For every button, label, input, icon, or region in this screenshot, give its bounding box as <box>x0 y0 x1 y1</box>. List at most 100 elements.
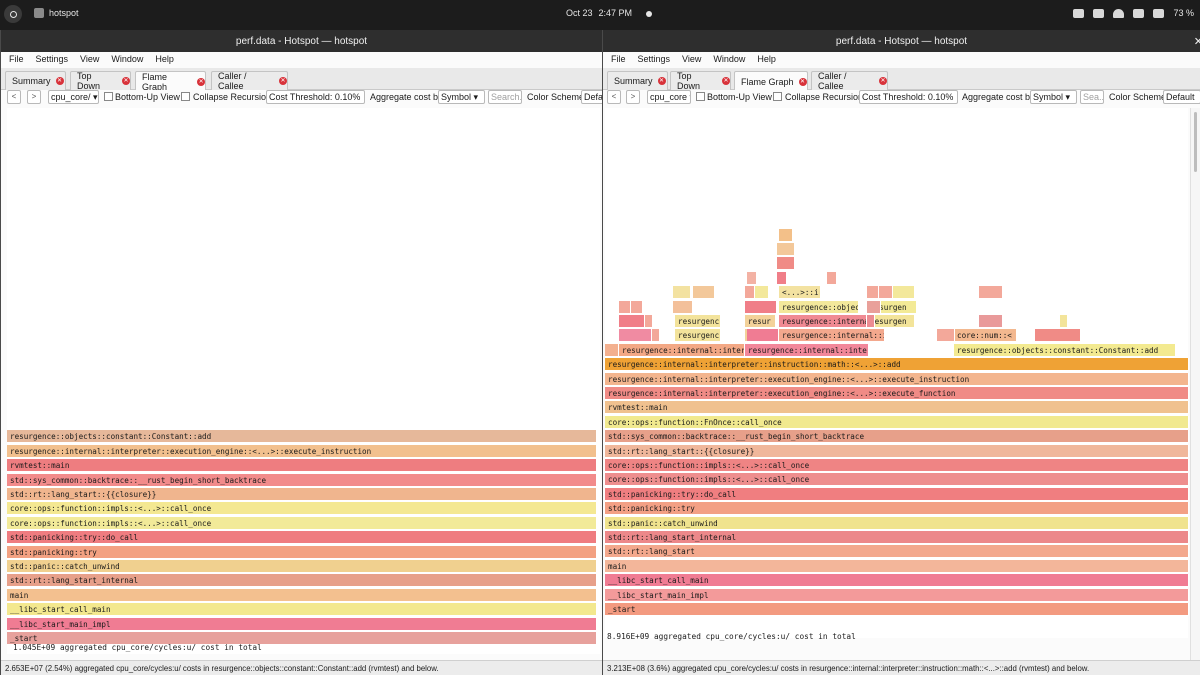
flame-frame[interactable] <box>893 286 915 300</box>
flame-frame[interactable] <box>979 286 1003 300</box>
flame-frame[interactable]: std::rt::lang_start <box>605 545 1189 559</box>
search-input[interactable]: Sea... <box>1080 90 1104 104</box>
flame-frame[interactable] <box>777 243 795 256</box>
flame-frame[interactable] <box>937 329 955 343</box>
flame-frame[interactable] <box>693 286 715 300</box>
flame-frame[interactable]: std::panicking::try <box>7 545 597 559</box>
menu-view[interactable]: View <box>682 54 701 67</box>
tab-caller-callee[interactable]: Caller / Callee ✕ <box>811 71 888 91</box>
flame-frame[interactable]: resurgence::internal::interpreter::execu… <box>605 387 1189 400</box>
tab-top-down[interactable]: Top Down ✕ <box>670 71 731 91</box>
flame-frame[interactable] <box>867 300 881 314</box>
tab-summary[interactable]: Summary ✕ <box>5 71 66 90</box>
flame-frame[interactable]: resurgenc <box>675 315 721 328</box>
color-scheme-select[interactable]: Default <box>1163 90 1200 104</box>
menu-settings[interactable]: Settings <box>638 54 671 67</box>
bottom-up-checkbox[interactable] <box>696 92 705 101</box>
flame-frame[interactable] <box>777 257 795 271</box>
flame-frame[interactable] <box>779 228 793 242</box>
taskbar-hotspot[interactable]: hotspot <box>34 8 79 18</box>
flame-frame[interactable]: __libc_start_call_main <box>605 574 1189 588</box>
flame-frame[interactable]: core::ops::function::impls::<...>::call_… <box>7 516 597 530</box>
menu-file[interactable]: File <box>9 54 24 67</box>
menu-view[interactable]: View <box>80 54 99 67</box>
flame-frame[interactable]: __libc_start_main_impl <box>605 588 1189 602</box>
tab-top-down[interactable]: Top Down ✕ <box>70 71 131 91</box>
flame-graph[interactable]: resurgence::internal::interpreter::instr… <box>605 108 1189 638</box>
flame-frame[interactable] <box>673 300 693 314</box>
aggregate-select[interactable]: Symbol ▾ <box>1030 90 1077 104</box>
flame-frame[interactable]: rvmtest::main <box>605 401 1189 415</box>
flame-frame[interactable]: std::sys_common::backtrace::__rust_begin… <box>7 473 597 487</box>
flame-frame[interactable]: resurgence::internal::interpreter::execu… <box>7 444 597 458</box>
bottom-up-checkbox[interactable] <box>104 92 113 101</box>
event-select[interactable]: cpu_core ▾ <box>647 90 691 104</box>
flame-frame[interactable] <box>979 315 1003 328</box>
flame-frame[interactable]: std::panicking::try::do_call <box>7 531 597 545</box>
flame-frame[interactable]: resurgence::internal::interpreter::utils… <box>745 343 869 357</box>
tab-caller-callee[interactable]: Caller / Callee ✕ <box>211 71 288 91</box>
flame-frame[interactable]: std::rt::lang_start_internal <box>605 531 1189 544</box>
flame-frame[interactable] <box>827 271 837 285</box>
flame-frame[interactable]: std::rt::lang_start::{{closure}} <box>7 488 597 501</box>
window-titlebar[interactable]: perf.data - Hotspot — hotspot <box>1 30 602 52</box>
flame-frame[interactable] <box>619 329 652 343</box>
flame-frame[interactable]: resurgence::objects::constant::Constant:… <box>7 430 597 444</box>
flame-frame[interactable]: resurgence::objects::constant::Constant:… <box>954 343 1176 357</box>
flame-frame[interactable]: _start <box>605 603 1189 616</box>
flame-frame[interactable] <box>745 286 755 300</box>
flame-frame[interactable]: std::sys_common::backtrace::__rust_begin… <box>605 430 1189 444</box>
flame-frame[interactable]: resurgence::internal::interpreter::execu… <box>605 372 1189 386</box>
close-tab-icon[interactable]: ✕ <box>197 77 205 86</box>
search-input[interactable]: Search... <box>488 90 522 104</box>
flame-frame[interactable]: <...>::ir <box>779 286 821 300</box>
flame-frame[interactable] <box>747 329 779 343</box>
flame-frame[interactable] <box>652 329 660 343</box>
flame-frame[interactable] <box>747 271 757 285</box>
app-launcher-icon[interactable] <box>4 5 22 23</box>
menu-window[interactable]: Window <box>713 54 745 67</box>
flame-frame[interactable]: resurgence::internal::inter <box>619 343 745 357</box>
back-icon[interactable]: < <box>7 90 21 104</box>
cost-threshold-spinbox[interactable]: Cost Threshold: 0.10% <box>266 90 365 104</box>
flame-frame[interactable] <box>605 343 619 357</box>
flame-frame[interactable]: std::panicking::try::do_call <box>605 487 1189 501</box>
discord-icon[interactable] <box>1093 8 1105 18</box>
flame-frame[interactable]: rvmtest::main <box>7 459 597 473</box>
flame-frame[interactable] <box>867 286 879 300</box>
menu-window[interactable]: Window <box>111 54 143 67</box>
tab-flame-graph[interactable]: Flame Graph ✕ <box>734 71 808 91</box>
tab-flame-graph[interactable]: Flame Graph ✕ <box>135 71 206 92</box>
flame-frame[interactable]: main <box>7 588 597 602</box>
flame-frame[interactable]: core::ops::function::impls::<...>::call_… <box>605 459 1189 472</box>
flame-frame[interactable] <box>777 271 787 285</box>
aggregate-select[interactable]: Symbol ▾ <box>438 90 485 104</box>
menu-file[interactable]: File <box>611 54 626 67</box>
flame-frame[interactable] <box>755 286 769 300</box>
flame-frame[interactable] <box>745 300 777 314</box>
forward-icon[interactable]: > <box>27 90 41 104</box>
menu-help[interactable]: Help <box>757 54 776 67</box>
close-tab-icon[interactable]: ✕ <box>122 77 130 85</box>
flame-frame[interactable] <box>1035 329 1081 343</box>
flame-frame[interactable]: core::ops::function::impls::<...>::call_… <box>605 473 1189 487</box>
collapse-recursion-checkbox[interactable] <box>181 92 190 101</box>
flame-frame[interactable]: std::rt::lang_start::{{closure}} <box>605 444 1189 458</box>
color-scheme-select[interactable]: Defau <box>581 90 602 104</box>
flame-frame[interactable]: resurgence::internal::interpreter::instr… <box>605 358 1189 372</box>
scrollbar-thumb[interactable] <box>1194 112 1197 172</box>
close-tab-icon[interactable]: ✕ <box>798 77 807 86</box>
event-select[interactable]: cpu_core/ ▾ <box>48 90 99 104</box>
tab-summary[interactable]: Summary ✕ <box>607 71 668 90</box>
flame-frame[interactable]: resurgence::interna <box>779 315 867 328</box>
close-tab-icon[interactable]: ✕ <box>879 77 887 85</box>
close-tab-icon[interactable]: ✕ <box>722 77 730 85</box>
flame-frame[interactable] <box>619 315 645 328</box>
close-tab-icon[interactable]: ✕ <box>279 77 287 85</box>
close-tab-icon[interactable]: ✕ <box>657 77 666 85</box>
flame-frame[interactable]: __libc_start_main_impl <box>7 617 597 631</box>
flame-frame[interactable] <box>631 300 643 314</box>
flame-frame[interactable] <box>619 300 631 314</box>
clock[interactable]: Oct 23 2:47 PM <box>566 8 638 18</box>
flame-frame[interactable]: std::panicking::try <box>605 502 1189 516</box>
